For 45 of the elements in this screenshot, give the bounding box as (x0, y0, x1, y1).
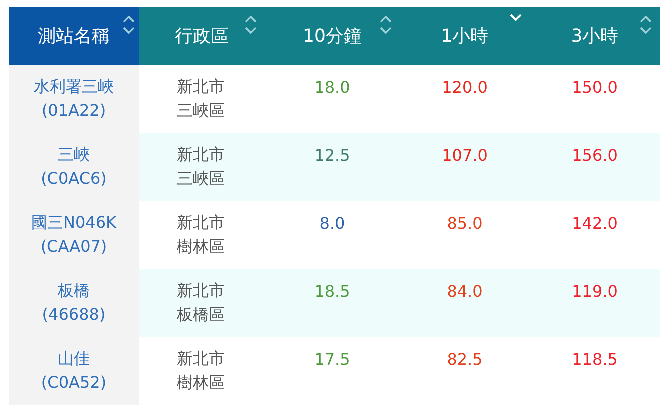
city-name: 新北市 (177, 212, 225, 234)
district-name: 三峽區 (177, 100, 225, 122)
column-header[interactable]: 測站名稱 (9, 7, 139, 65)
sort-icon[interactable] (640, 16, 652, 34)
column-header[interactable]: 1小時 (400, 7, 530, 65)
rainfall-value: 8.0 (320, 213, 346, 235)
city-name: 新北市 (177, 144, 225, 166)
sort-descending-icon[interactable] (510, 14, 522, 22)
district-name: 板橋區 (177, 304, 225, 326)
rainfall-value: 120.0 (442, 77, 488, 99)
station-name[interactable]: 三峽 (58, 143, 90, 167)
rainfall-value: 119.0 (572, 281, 618, 303)
station-code: (C0A52) (41, 372, 107, 394)
station-name[interactable]: 山佳 (58, 347, 90, 371)
district-name: 樹林區 (177, 372, 225, 394)
station-name[interactable]: 國三N046K (32, 211, 116, 235)
rainfall-value: 150.0 (572, 77, 618, 99)
column-header[interactable]: 行政區 (139, 7, 265, 65)
rainfall-value: 118.5 (572, 349, 618, 371)
column-header[interactable]: 3小時 (530, 7, 660, 65)
rainfall-value: 84.0 (447, 281, 483, 303)
station-code: (01A22) (42, 100, 106, 122)
rainfall-value: 85.0 (447, 213, 483, 235)
station-code: (CAA07) (40, 236, 108, 258)
sort-icon[interactable] (245, 16, 257, 34)
rainfall-value: 142.0 (572, 213, 618, 235)
sort-icon[interactable] (380, 16, 392, 34)
rainfall-value: 82.5 (447, 349, 483, 371)
column-header[interactable]: 10分鐘 (265, 7, 400, 65)
city-name: 新北市 (177, 76, 225, 98)
station-name[interactable]: 板橋 (58, 279, 90, 303)
rainfall-value: 107.0 (442, 145, 488, 167)
sort-icon[interactable] (123, 16, 135, 34)
district-name: 三峽區 (177, 168, 225, 190)
rainfall-value: 17.5 (314, 349, 350, 371)
station-name[interactable]: 水利署三峽 (34, 75, 114, 99)
rainfall-value: 12.5 (314, 145, 350, 167)
station-code: (C0AC6) (41, 168, 107, 190)
station-code: (46688) (42, 304, 106, 326)
rainfall-value: 156.0 (572, 145, 618, 167)
rainfall-value: 18.5 (314, 281, 350, 303)
rainfall-value: 18.0 (314, 77, 350, 99)
city-name: 新北市 (177, 348, 225, 370)
district-name: 樹林區 (177, 236, 225, 258)
city-name: 新北市 (177, 280, 225, 302)
